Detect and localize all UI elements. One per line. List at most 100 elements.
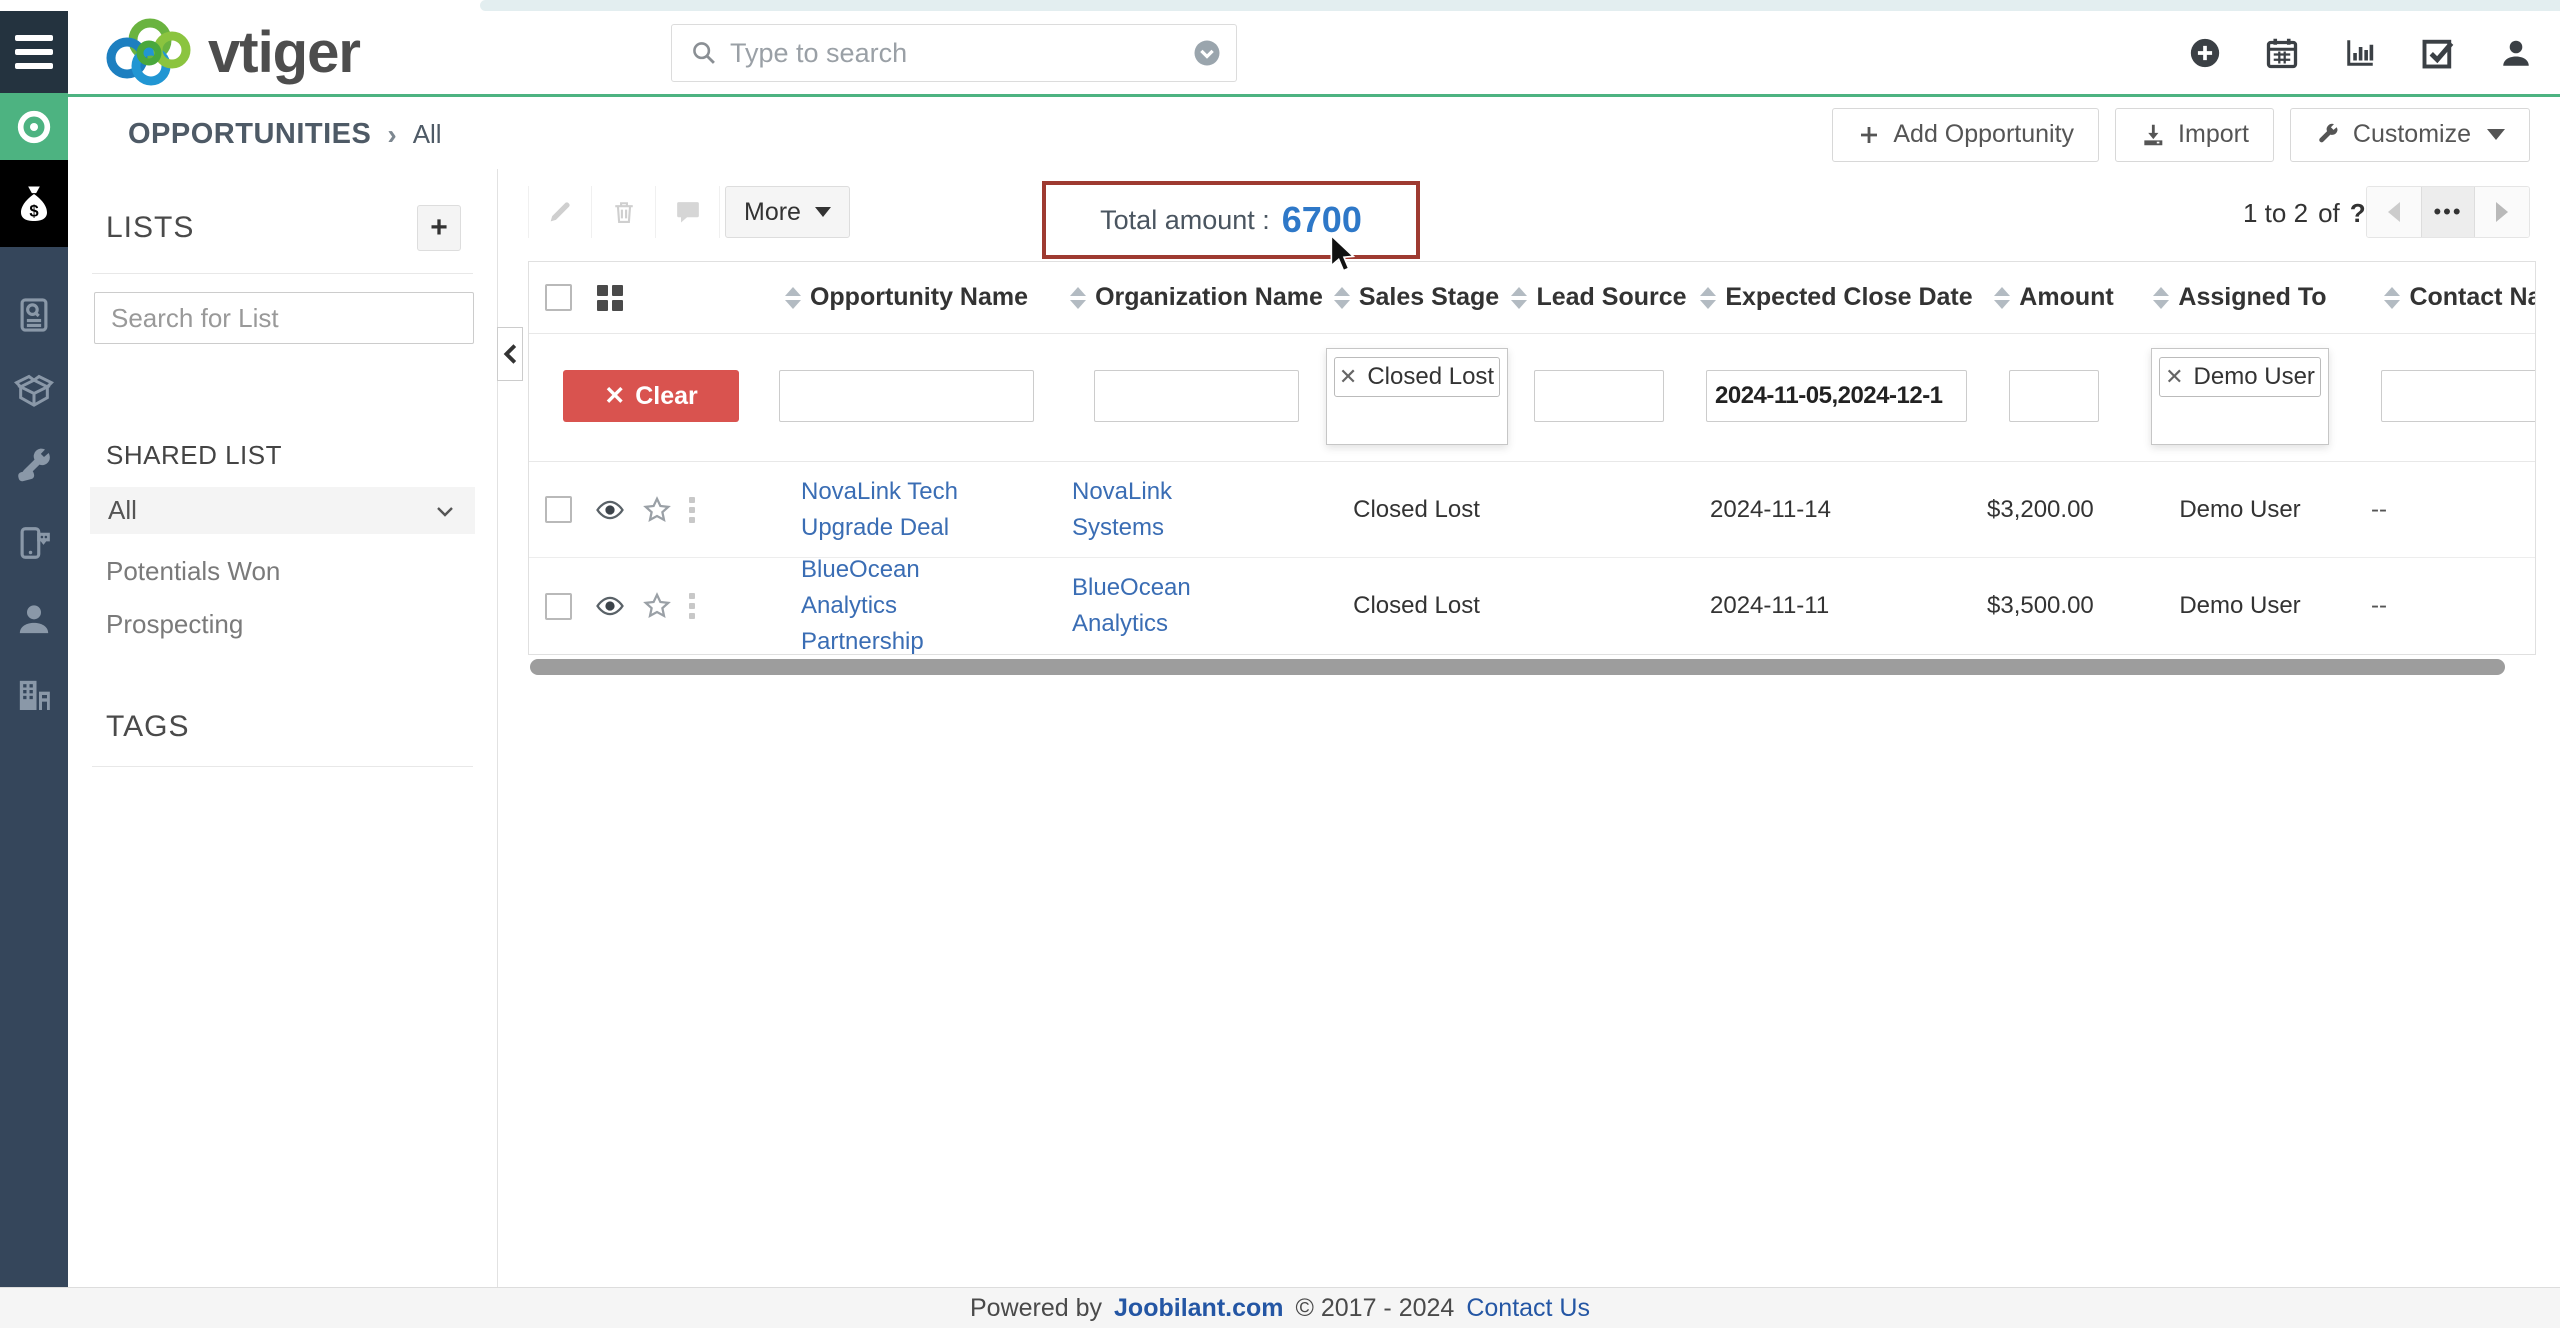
hamburger-menu-button[interactable] — [0, 11, 68, 93]
column-header-sales-stage[interactable]: Sales Stage — [1329, 283, 1504, 312]
header-actions: Add Opportunity Import Customize — [1832, 108, 2530, 162]
filter-lead-source-input[interactable] — [1534, 370, 1664, 422]
filter-assigned-to-multiselect[interactable]: ✕ Demo User — [2151, 348, 2329, 445]
horizontal-scrollbar[interactable] — [530, 659, 2505, 675]
row-menu-dots-icon[interactable] — [689, 497, 695, 523]
pagination-total-count[interactable]: ? — [2350, 198, 2366, 229]
pagination-next-button[interactable] — [2475, 187, 2529, 237]
global-search-input[interactable] — [730, 38, 1192, 69]
filter-expected-close-date-input[interactable] — [1706, 370, 1967, 422]
sort-icon[interactable] — [2153, 287, 2169, 309]
breadcrumb-view[interactable]: All — [413, 119, 442, 150]
svg-text:$: $ — [29, 201, 39, 220]
user-profile-icon[interactable] — [2498, 35, 2534, 71]
sort-icon[interactable] — [2384, 287, 2400, 309]
column-header-opportunity-name[interactable]: Opportunity Name — [749, 283, 1064, 312]
select-all-checkbox[interactable] — [545, 284, 572, 311]
expected-close-date-value: 2024-11-11 — [1710, 592, 1829, 620]
rail-item-organizations[interactable] — [0, 661, 68, 729]
vtiger-logo[interactable]: vtiger — [102, 14, 360, 92]
x-icon: ✕ — [604, 381, 625, 411]
star-favorite-icon[interactable] — [642, 495, 672, 525]
sort-icon[interactable] — [1511, 287, 1527, 309]
row-checkbox[interactable] — [545, 496, 572, 523]
add-opportunity-button[interactable]: Add Opportunity — [1832, 108, 2099, 162]
rail-item-quotes[interactable] — [0, 281, 68, 349]
rail-item-opportunities[interactable]: $ — [0, 160, 68, 247]
contact-name-value: -- — [2371, 592, 2387, 620]
x-icon[interactable]: ✕ — [1339, 364, 1357, 390]
quick-create-plus-icon[interactable] — [2188, 36, 2222, 70]
plus-icon — [1857, 123, 1881, 147]
opportunities-table: Opportunity Name Organization Name Sales… — [528, 261, 2536, 655]
add-list-button[interactable]: + — [417, 205, 461, 251]
sort-icon[interactable] — [1070, 287, 1086, 309]
lists-title: LISTS — [106, 211, 194, 245]
star-favorite-icon[interactable] — [642, 591, 672, 621]
rail-item-products[interactable] — [0, 357, 68, 425]
sort-icon[interactable] — [1334, 287, 1350, 309]
pagination-prev-button[interactable] — [2367, 187, 2421, 237]
calendar-icon[interactable] — [2264, 35, 2300, 71]
sidebar-item-prospecting[interactable]: Prospecting — [106, 609, 497, 640]
rail-item-contacts[interactable] — [0, 585, 68, 653]
filter-organization-name-input[interactable] — [1094, 370, 1299, 422]
column-header-contact-name[interactable]: Contact Name — [2351, 283, 2536, 312]
footer-brand-link[interactable]: Joobilant.com — [1114, 1294, 1283, 1323]
organization-name-link[interactable]: NovaLink Systems — [1072, 474, 1267, 546]
money-bag-icon: $ — [14, 184, 54, 224]
contact-us-link[interactable]: Contact Us — [1466, 1294, 1590, 1323]
column-header-lead-source[interactable]: Lead Source — [1504, 283, 1694, 312]
table-row[interactable]: BlueOcean Analytics Partnership BlueOcea… — [529, 558, 2536, 654]
import-button[interactable]: Import — [2115, 108, 2274, 162]
grid-view-icon[interactable] — [597, 285, 623, 311]
more-button[interactable]: More — [725, 186, 850, 238]
customize-button[interactable]: Customize — [2290, 108, 2530, 162]
sort-icon[interactable] — [1700, 287, 1716, 309]
rail-item-target-icon[interactable] — [0, 93, 68, 160]
global-search[interactable] — [671, 24, 1237, 82]
assigned-to-value: Demo User — [2179, 496, 2300, 524]
sort-icon[interactable] — [1994, 287, 2010, 309]
opportunity-name-link[interactable]: BlueOcean Analytics Partnership — [801, 552, 966, 655]
column-header-assigned-to[interactable]: Assigned To — [2129, 283, 2351, 312]
assigned-to-filter-chip[interactable]: ✕ Demo User — [2159, 357, 2321, 397]
filter-sales-stage-multiselect[interactable]: ✕ Closed Lost — [1326, 348, 1508, 445]
edit-pencil-icon[interactable] — [528, 186, 592, 238]
organization-name-link[interactable]: BlueOcean Analytics — [1072, 570, 1267, 642]
filter-opportunity-name-input[interactable] — [779, 370, 1034, 422]
opportunity-name-link[interactable]: NovaLink Tech Upgrade Deal — [801, 474, 966, 546]
assigned-to-value: Demo User — [2179, 592, 2300, 620]
column-header-organization-name[interactable]: Organization Name — [1064, 283, 1329, 312]
amount-value: $3,500.00 — [1987, 592, 2094, 620]
page-footer: Powered by Joobilant.com © 2017 - 2024 C… — [0, 1287, 2560, 1328]
rail-item-sms[interactable] — [0, 509, 68, 577]
filter-contact-name-input[interactable] — [2381, 370, 2536, 422]
table-row[interactable]: NovaLink Tech Upgrade Deal NovaLink Syst… — [529, 462, 2536, 558]
preview-eye-icon[interactable] — [595, 591, 625, 621]
tasks-check-square-icon[interactable] — [2420, 35, 2456, 71]
rail-item-services[interactable] — [0, 433, 68, 501]
filter-amount-input[interactable] — [2009, 370, 2099, 422]
sort-icon[interactable] — [785, 287, 801, 309]
delete-trash-icon[interactable] — [592, 186, 656, 238]
column-header-amount[interactable]: Amount — [1979, 283, 2129, 312]
sidebar-item-potentials-won[interactable]: Potentials Won — [106, 556, 497, 587]
search-scope-chevron-icon[interactable] — [1192, 38, 1222, 68]
breadcrumb-module[interactable]: OPPORTUNITIES — [128, 118, 371, 151]
pagination-ellipsis-button[interactable]: ••• — [2421, 187, 2475, 237]
comment-bubble-icon[interactable] — [656, 186, 720, 238]
bar-chart-icon[interactable] — [2342, 35, 2378, 71]
row-menu-dots-icon[interactable] — [689, 593, 695, 619]
x-icon[interactable]: ✕ — [2165, 364, 2183, 390]
row-checkbox[interactable] — [545, 593, 572, 620]
sidebar-collapse-button[interactable] — [497, 327, 523, 381]
chevron-down-icon — [433, 499, 457, 523]
column-header-expected-close-date[interactable]: Expected Close Date — [1694, 283, 1979, 312]
list-search-input[interactable] — [94, 292, 474, 344]
sales-stage-filter-chip[interactable]: ✕ Closed Lost — [1334, 357, 1500, 397]
clear-filters-button[interactable]: ✕ Clear — [563, 370, 739, 422]
chevron-left-icon — [2388, 202, 2400, 222]
shared-list-select[interactable]: All — [90, 487, 475, 534]
preview-eye-icon[interactable] — [595, 495, 625, 525]
